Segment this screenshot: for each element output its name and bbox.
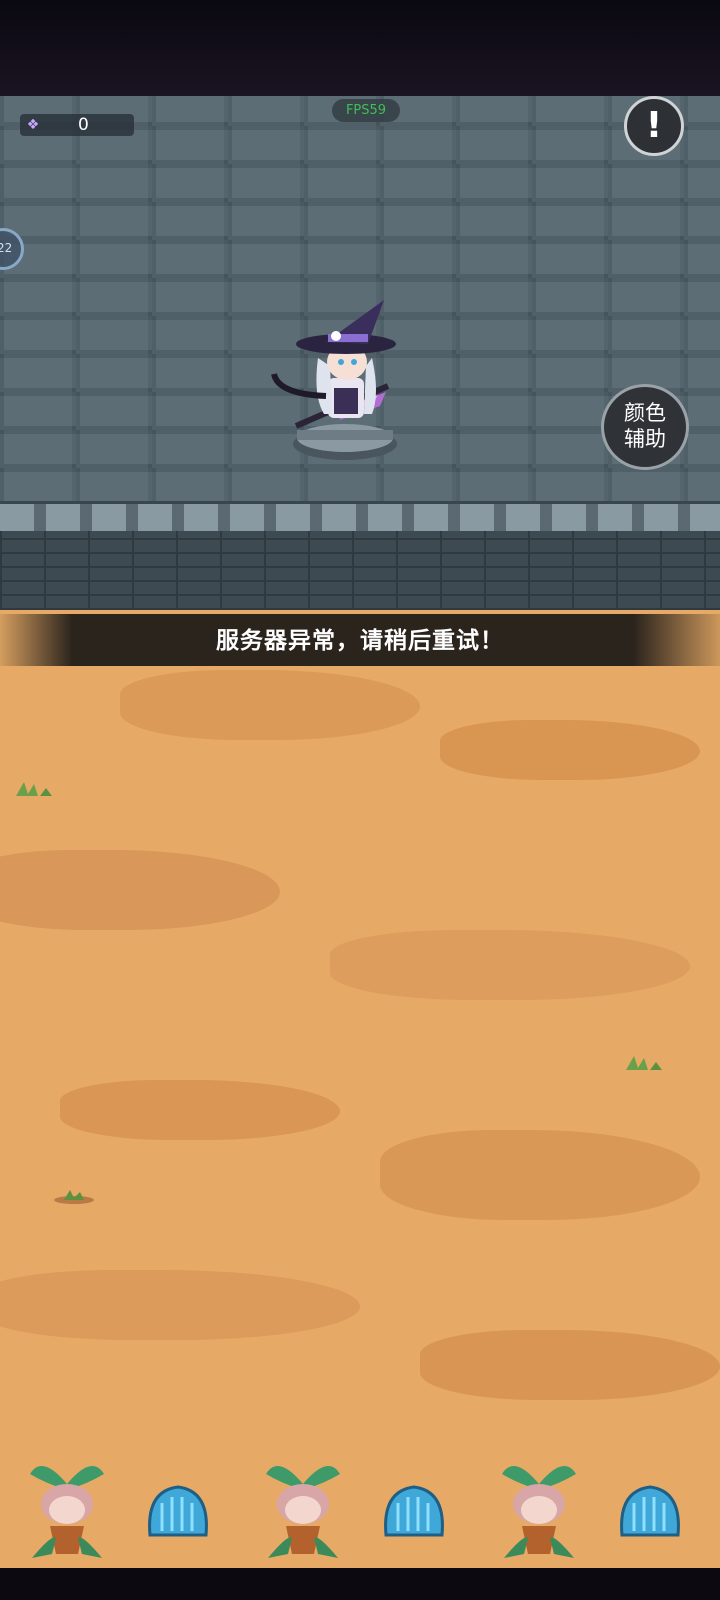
- grass-tuft: [626, 1056, 662, 1070]
- lower-wall: [0, 531, 720, 610]
- side-button-label: 22: [0, 241, 13, 255]
- slime-unit[interactable]: [382, 1483, 446, 1539]
- color-assist-button[interactable]: 颜色 辅助: [601, 384, 689, 470]
- desert-field: [0, 610, 720, 1568]
- gem-count: 0: [78, 115, 89, 135]
- notice-message: 服务器异常，请稍后重试！: [216, 628, 504, 654]
- sand-dune: [120, 670, 420, 740]
- mandrake-unit[interactable]: [22, 1454, 112, 1564]
- top-letterbox: [0, 0, 720, 96]
- gem-counter: ❖ 0: [20, 114, 134, 136]
- witch-character[interactable]: [268, 296, 418, 466]
- mandrake-unit[interactable]: [494, 1454, 584, 1564]
- exclamation-icon: !: [645, 105, 663, 146]
- sand-dune: [0, 1270, 360, 1340]
- color-assist-label-line2: 辅助: [624, 427, 666, 451]
- mandrake-unit[interactable]: [258, 1454, 348, 1564]
- sand-dune: [60, 1080, 340, 1140]
- bottom-letterbox: [0, 1568, 720, 1600]
- slime-unit[interactable]: [146, 1483, 210, 1539]
- slime-unit[interactable]: [618, 1483, 682, 1539]
- fps-indicator: FPS59: [332, 99, 400, 122]
- alert-button[interactable]: !: [624, 96, 684, 156]
- battlement: [0, 501, 720, 534]
- sand-dune: [420, 1330, 720, 1400]
- sand-dune: [330, 930, 690, 1000]
- color-assist-label-line1: 颜色: [624, 401, 666, 425]
- grass-tuft: [16, 782, 52, 796]
- game-screen: ❖ 0 FPS59 ! 22 颜色 辅助 服务器异常，请稍后重试！: [0, 0, 720, 1600]
- sand-dune: [440, 720, 700, 780]
- purple-crystal-icon: ❖: [26, 117, 40, 133]
- sand-dune: [380, 1130, 700, 1220]
- grass-tuft: [54, 1190, 94, 1204]
- sand-dune: [0, 850, 280, 930]
